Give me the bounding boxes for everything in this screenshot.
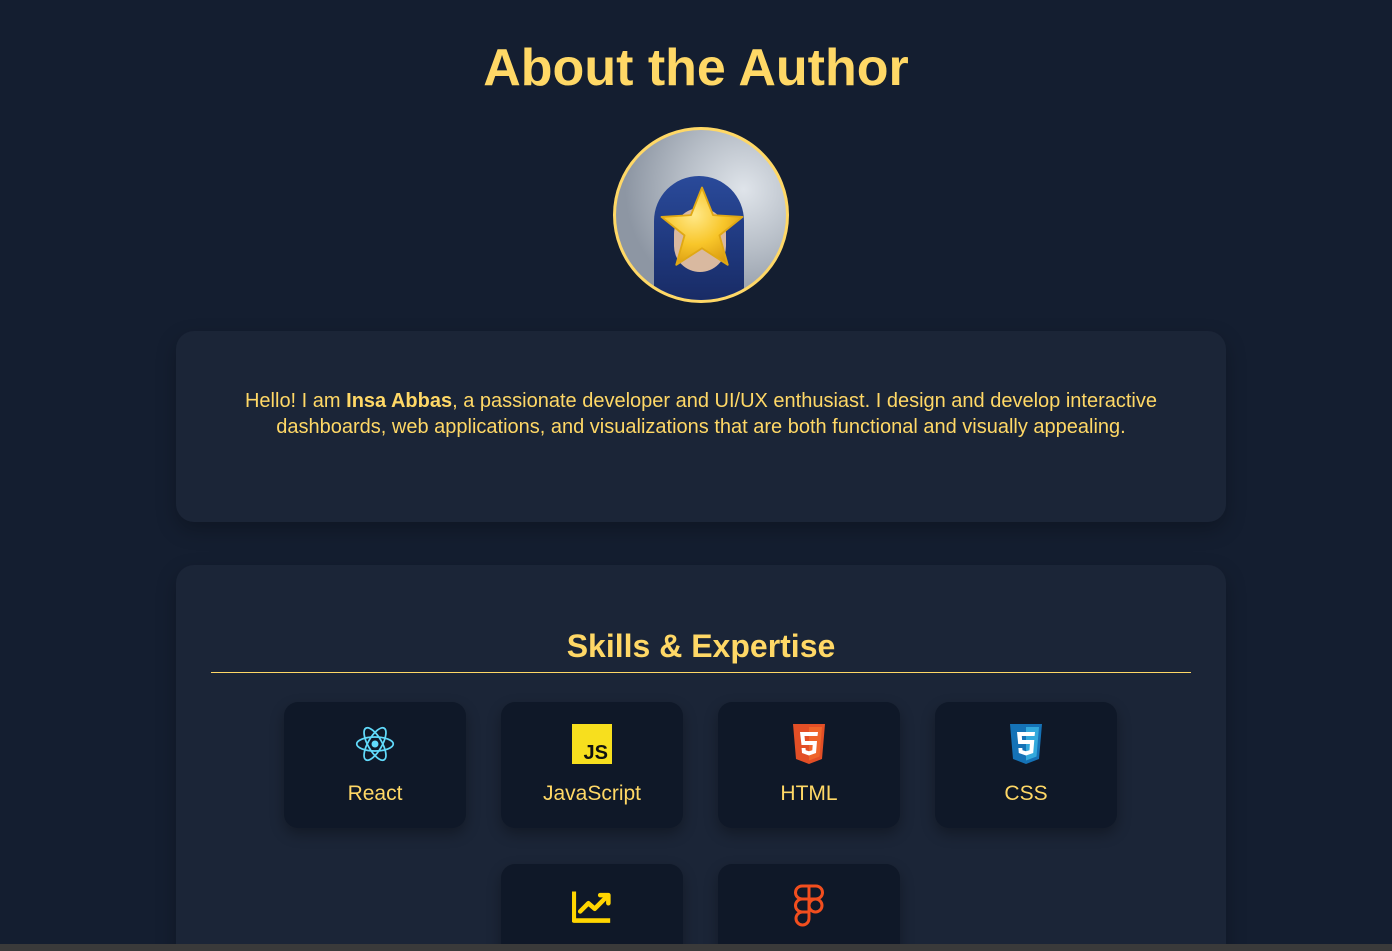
- skill-card-data-visualization[interactable]: [501, 864, 683, 951]
- skill-label: CSS: [1004, 782, 1048, 805]
- star-icon: [660, 186, 744, 266]
- javascript-icon: JS: [572, 724, 612, 764]
- skills-card: Skills & Expertise React JS JavaScript H…: [176, 565, 1226, 951]
- skill-card-figma[interactable]: [718, 864, 900, 951]
- author-avatar: [613, 127, 789, 303]
- chart-line-icon: [572, 886, 612, 926]
- skill-label: HTML: [780, 782, 838, 805]
- skill-label: JavaScript: [542, 782, 642, 805]
- skills-title: Skills & Expertise: [566, 628, 836, 664]
- about-page: About the Author Hello! I am Insa Abbas,…: [0, 0, 1392, 951]
- skill-card-html[interactable]: HTML: [718, 702, 900, 828]
- skill-card-javascript[interactable]: JS JavaScript: [501, 702, 683, 828]
- css3-icon: [1006, 724, 1046, 764]
- html5-icon: [789, 724, 829, 764]
- bio-text: Hello! I am Insa Abbas, a passionate dev…: [216, 388, 1186, 440]
- horizontal-scrollbar[interactable]: [0, 944, 1392, 951]
- react-icon: [355, 724, 395, 764]
- skills-divider: [211, 672, 1191, 673]
- bio-intro: Hello! I am: [244, 390, 347, 412]
- skill-card-css[interactable]: CSS: [935, 702, 1117, 828]
- page-title: About the Author: [483, 39, 909, 97]
- skill-label: React: [347, 782, 403, 805]
- svg-text:JS: JS: [584, 742, 608, 764]
- figma-icon: [789, 884, 829, 927]
- bio-card: Hello! I am Insa Abbas, a passionate dev…: [176, 331, 1226, 522]
- skill-card-react[interactable]: React: [284, 702, 466, 828]
- author-name: Insa Abbas: [346, 390, 453, 412]
